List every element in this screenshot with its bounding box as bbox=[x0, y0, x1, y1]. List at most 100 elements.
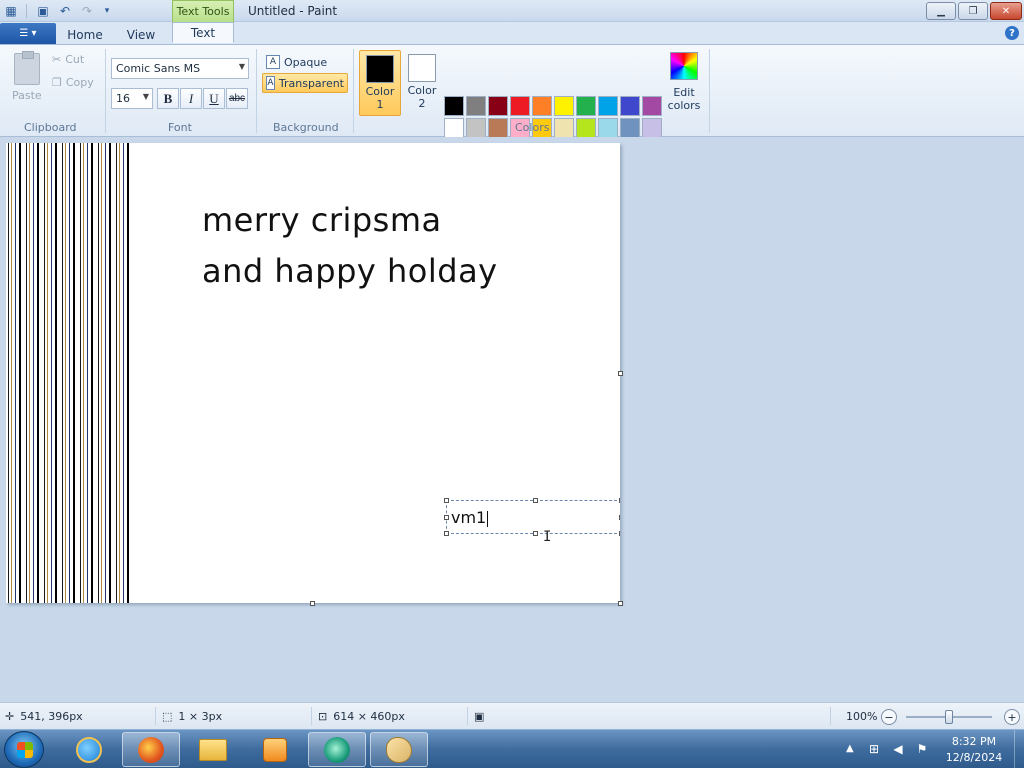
title-bar: ▦ ▣ ↶ ↷ ▾ Text Tools Untitled - Paint ▁ … bbox=[0, 0, 1024, 22]
resize-handle[interactable] bbox=[619, 498, 620, 503]
color-spectrum-icon bbox=[670, 52, 698, 80]
canvas-workspace[interactable]: merry cripsma and happy holday vm1 I bbox=[0, 137, 1024, 702]
strikethrough-button[interactable]: abc bbox=[226, 88, 248, 109]
color1-button[interactable]: Color 1 bbox=[359, 50, 401, 116]
resize-handle[interactable] bbox=[444, 515, 449, 520]
palette-swatch[interactable] bbox=[620, 96, 640, 116]
chevron-down-icon: ▼ bbox=[238, 62, 245, 71]
help-icon[interactable]: ? bbox=[1005, 26, 1019, 40]
redo-icon[interactable]: ↷ bbox=[78, 2, 96, 20]
palette-swatch[interactable] bbox=[598, 96, 618, 116]
zoom-out-button[interactable]: − bbox=[881, 709, 897, 725]
color1-number: 1 bbox=[376, 98, 384, 111]
canvas-resize-handle-right[interactable] bbox=[618, 371, 623, 376]
palette-swatch[interactable] bbox=[488, 96, 508, 116]
palette-swatch[interactable] bbox=[576, 118, 596, 138]
palette-swatch[interactable] bbox=[554, 118, 574, 138]
taskbar-firefox[interactable] bbox=[122, 732, 180, 767]
palette-swatch[interactable] bbox=[466, 118, 486, 138]
text-tools-context-label: Text Tools bbox=[172, 0, 234, 22]
opaque-button[interactable]: A Opaque bbox=[262, 52, 348, 72]
palette-swatch[interactable] bbox=[488, 118, 508, 138]
resize-handle[interactable] bbox=[533, 531, 538, 536]
qat-separator bbox=[26, 4, 27, 18]
taskbar-file-explorer[interactable] bbox=[184, 732, 242, 767]
taskbar: ▲ ⊞ ◀ ⚑ 8:32 PM 12/8/2024 bbox=[0, 729, 1024, 768]
palette-swatch[interactable] bbox=[510, 96, 530, 116]
network-icon[interactable]: ⊞ bbox=[866, 741, 882, 757]
save-icon[interactable]: ▣ bbox=[34, 2, 52, 20]
tab-home[interactable]: Home bbox=[60, 24, 110, 45]
font-size-value: 16 bbox=[116, 92, 130, 105]
palette-swatch[interactable] bbox=[620, 118, 640, 138]
firefox-icon bbox=[138, 736, 164, 763]
drawing-canvas[interactable]: merry cripsma and happy holday vm1 bbox=[6, 143, 620, 603]
font-size-select[interactable]: 16 ▼ bbox=[111, 88, 153, 109]
canvas-resize-handle-bottom[interactable] bbox=[310, 601, 315, 606]
show-hidden-icons-chevron-icon[interactable]: ▲ bbox=[846, 743, 854, 754]
palette-swatch[interactable] bbox=[444, 118, 464, 138]
palette-swatch[interactable] bbox=[444, 96, 464, 116]
bold-button[interactable]: B bbox=[157, 88, 179, 109]
close-button[interactable]: ✕ bbox=[990, 2, 1022, 20]
restore-button[interactable]: ❐ bbox=[958, 2, 988, 20]
text-box-input[interactable]: vm1 bbox=[451, 508, 489, 527]
italic-button[interactable]: I bbox=[180, 88, 202, 109]
taskbar-media-player[interactable] bbox=[246, 732, 304, 767]
volume-muted-icon[interactable]: ◀ bbox=[890, 741, 906, 757]
vertical-stripes-drawing bbox=[6, 143, 134, 603]
palette-swatch[interactable] bbox=[466, 96, 486, 116]
selection-size-value: 1 × 3px bbox=[178, 710, 223, 723]
palette-swatch[interactable] bbox=[576, 96, 596, 116]
palette-swatch[interactable] bbox=[532, 96, 552, 116]
paint-app-icon[interactable]: ▦ bbox=[2, 2, 20, 20]
taskbar-paint[interactable] bbox=[370, 732, 428, 767]
start-button[interactable] bbox=[4, 731, 44, 768]
taskbar-vm-app[interactable] bbox=[308, 732, 366, 767]
paste-icon[interactable] bbox=[14, 51, 40, 85]
paint-menu-button[interactable]: ☰ ▾ bbox=[0, 23, 56, 44]
resize-handle[interactable] bbox=[444, 531, 449, 536]
minimize-button[interactable]: ▁ bbox=[926, 2, 956, 20]
colors-group-label: Colors bbox=[515, 121, 550, 134]
palette-swatch[interactable] bbox=[598, 118, 618, 138]
active-text-box[interactable]: vm1 bbox=[444, 498, 620, 536]
green-circle-app-icon bbox=[324, 736, 350, 763]
zoom-slider-thumb[interactable] bbox=[945, 710, 953, 724]
edit-colors-button[interactable]: Edit colors bbox=[664, 52, 704, 118]
taskbar-internet-explorer[interactable] bbox=[60, 732, 118, 767]
undo-icon[interactable]: ↶ bbox=[56, 2, 74, 20]
tab-view[interactable]: View bbox=[116, 24, 166, 45]
group-separator bbox=[256, 49, 257, 133]
action-center-flag-icon[interactable]: ⚑ bbox=[914, 741, 930, 757]
zoom-in-button[interactable]: + bbox=[1004, 709, 1020, 725]
resize-handle[interactable] bbox=[619, 531, 620, 536]
ribbon-tab-bar: ☰ ▾ Home View ? bbox=[0, 22, 1024, 45]
status-separator bbox=[467, 707, 468, 725]
underline-button[interactable]: U bbox=[203, 88, 225, 109]
zoom-slider[interactable] bbox=[906, 710, 992, 724]
transparent-button[interactable]: A Transparent bbox=[262, 73, 348, 93]
resize-handle[interactable] bbox=[444, 498, 449, 503]
font-family-value: Comic Sans MS bbox=[116, 62, 201, 75]
show-desktop-button[interactable] bbox=[1014, 730, 1024, 768]
color1-label: Color bbox=[365, 85, 395, 98]
palette-swatch[interactable] bbox=[642, 118, 662, 138]
resize-handle[interactable] bbox=[619, 515, 620, 520]
copy-button[interactable]: ❐ Copy bbox=[52, 76, 94, 89]
canvas-resize-handle-corner[interactable] bbox=[618, 601, 623, 606]
tab-text[interactable]: Text bbox=[172, 22, 234, 43]
status-separator bbox=[311, 707, 312, 725]
customize-qat-chevron-icon[interactable]: ▾ bbox=[98, 2, 116, 20]
color2-button[interactable]: Color 2 bbox=[401, 50, 443, 116]
resize-handle[interactable] bbox=[533, 498, 538, 503]
clock-time: 8:32 PM bbox=[951, 735, 997, 748]
status-separator bbox=[830, 707, 831, 725]
clock[interactable]: 8:32 PM 12/8/2024 bbox=[938, 734, 1010, 766]
paste-button-label[interactable]: Paste bbox=[12, 89, 42, 102]
font-family-select[interactable]: Comic Sans MS ▼ bbox=[111, 58, 249, 79]
cut-button[interactable]: ✂ Cut bbox=[52, 53, 84, 66]
palette-swatch[interactable] bbox=[642, 96, 662, 116]
palette-swatch[interactable] bbox=[554, 96, 574, 116]
scissors-icon: ✂ bbox=[52, 53, 62, 66]
